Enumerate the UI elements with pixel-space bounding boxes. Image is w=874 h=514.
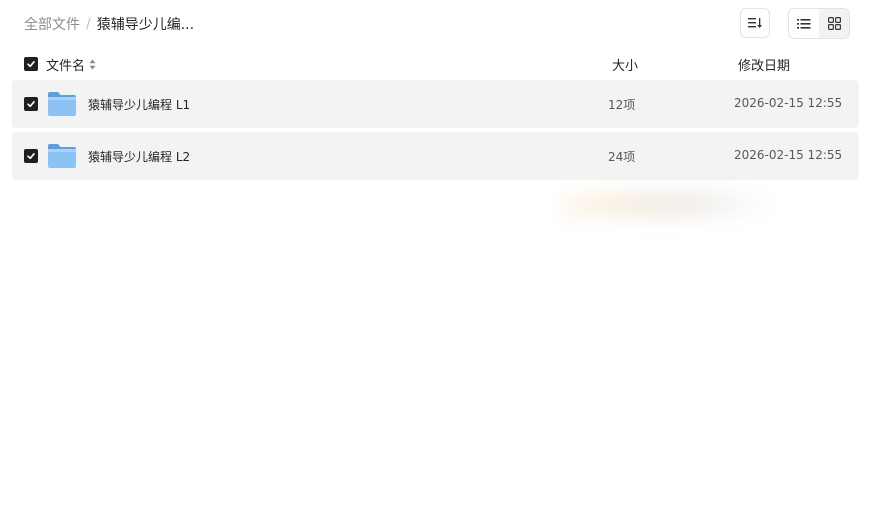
select-all-checkbox[interactable] xyxy=(24,57,38,71)
sort-button[interactable] xyxy=(740,8,770,38)
table-header: 文件名 大小 修改日期 xyxy=(24,54,854,74)
row-checkbox[interactable] xyxy=(24,149,38,163)
decorative-blur xyxy=(560,184,770,228)
file-size: 12项 xyxy=(608,98,636,112)
grid-view-icon xyxy=(827,17,841,30)
size-column-header[interactable]: 大小 xyxy=(612,55,638,74)
breadcrumb-current: 猿辅导少儿编... xyxy=(96,17,195,33)
table-row[interactable]: 猿辅导少儿编程 L2 24项 2026-02-15 12:55 xyxy=(12,132,859,180)
breadcrumb-separator: / xyxy=(86,16,91,32)
sort-caret-icon xyxy=(89,59,96,70)
name-column-label: 文件名 xyxy=(46,59,86,74)
row-checkbox[interactable] xyxy=(24,97,38,111)
table-row[interactable]: 猿辅导少儿编程 L1 12项 2026-02-15 12:55 xyxy=(12,80,859,128)
view-toggle xyxy=(788,8,850,39)
date-column-header[interactable]: 修改日期 xyxy=(738,55,790,74)
file-modified-date: 2026-02-15 12:55 xyxy=(734,96,843,110)
folder-icon xyxy=(48,144,76,168)
breadcrumb: 全部文件 / 猿辅导少儿编... xyxy=(24,14,194,34)
check-icon xyxy=(27,101,35,108)
file-name[interactable]: 猿辅导少儿编程 L2 xyxy=(88,148,190,165)
check-icon xyxy=(27,153,35,160)
file-size: 24项 xyxy=(608,150,636,164)
folder-icon xyxy=(48,92,76,116)
file-browser: 全部文件 / 猿辅导少儿编... 文件名 大小 修改日期 猿辅导少儿编程 L1 … xyxy=(0,0,874,514)
list-view-icon xyxy=(797,18,811,29)
file-name[interactable]: 猿辅导少儿编程 L1 xyxy=(88,96,190,113)
file-modified-date: 2026-02-15 12:55 xyxy=(734,148,843,162)
check-icon xyxy=(27,61,35,68)
grid-view-button[interactable] xyxy=(819,9,849,38)
name-column-header[interactable]: 文件名 xyxy=(46,55,96,74)
breadcrumb-root[interactable]: 全部文件 xyxy=(24,14,80,34)
sort-icon xyxy=(748,18,762,28)
list-view-button[interactable] xyxy=(789,9,819,38)
